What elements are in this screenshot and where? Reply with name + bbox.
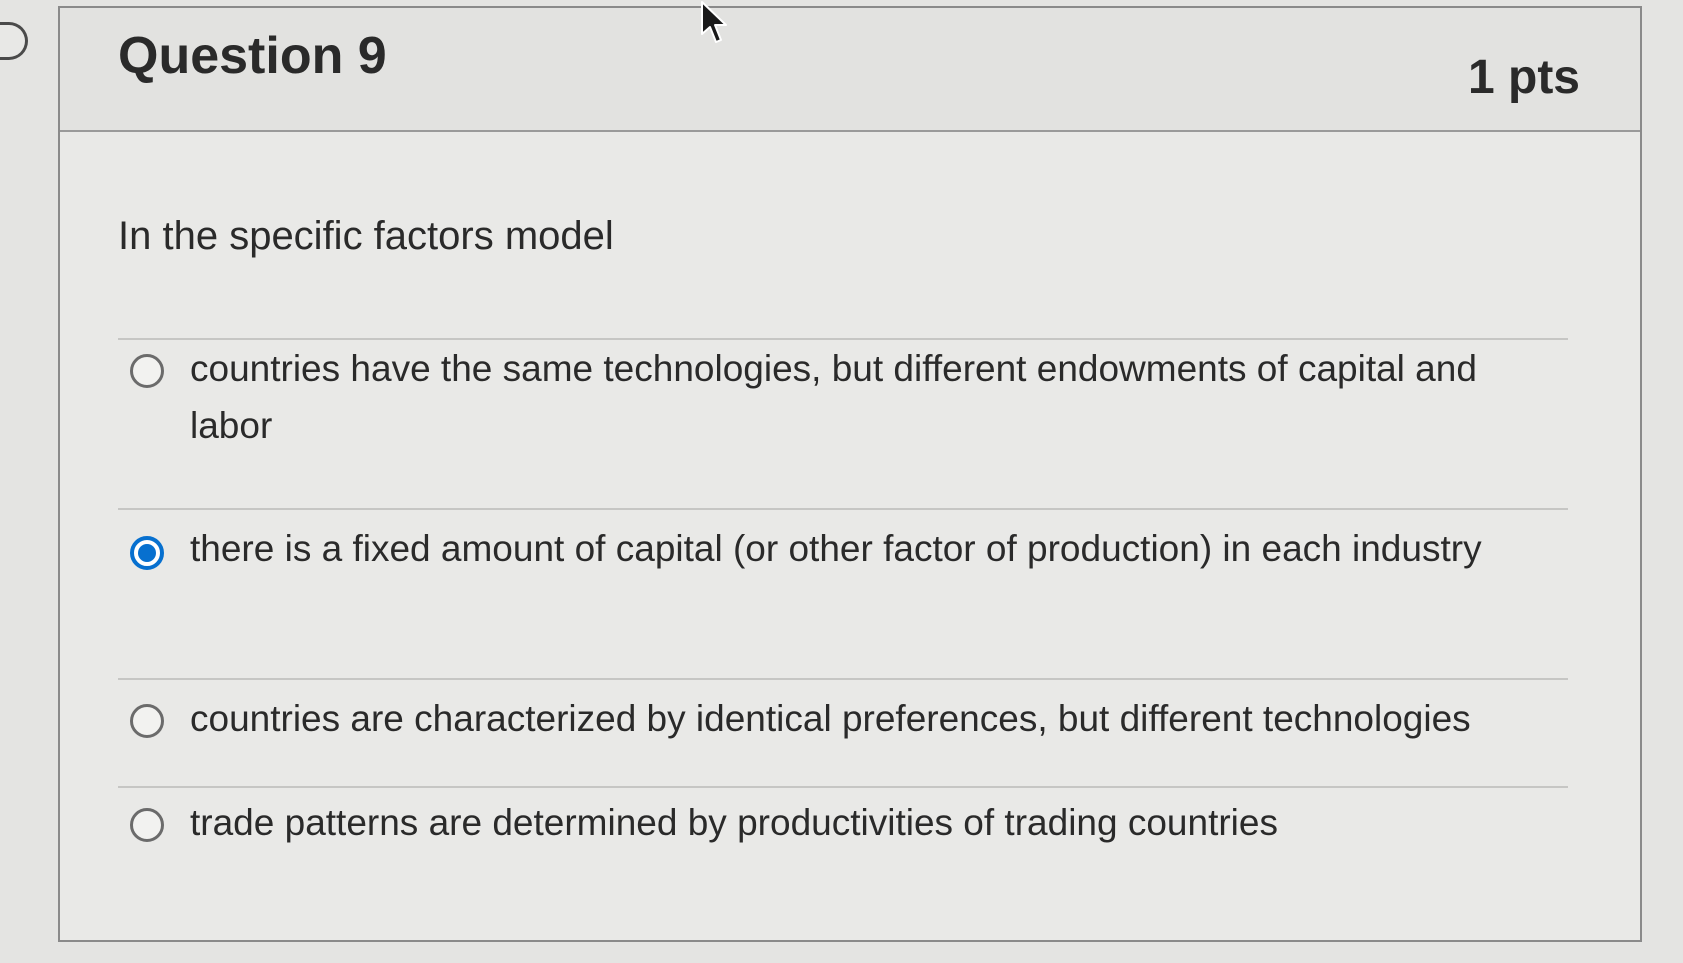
answer-option-selected[interactable]: there is a fixed amount of capital (or o… — [118, 508, 1568, 678]
question-header: Question 9 1 pts — [60, 8, 1640, 132]
collapse-tab-icon[interactable] — [0, 22, 28, 60]
radio-button-icon[interactable] — [130, 808, 164, 842]
question-title: Question 9 — [118, 27, 387, 85]
answer-option[interactable]: countries are characterized by identical… — [118, 678, 1568, 786]
question-points: 1 pts — [1467, 51, 1580, 104]
radio-button-icon[interactable] — [130, 354, 164, 388]
answer-list: countries have the same technologies, bu… — [118, 338, 1568, 906]
mouse-pointer-icon — [701, 1, 727, 43]
question-text: In the specific factors model — [118, 214, 614, 258]
radio-button-icon[interactable] — [130, 704, 164, 738]
answer-label[interactable]: countries have the same technologies, bu… — [190, 340, 1558, 454]
answer-option[interactable]: trade patterns are determined by product… — [118, 786, 1568, 906]
answer-label[interactable]: there is a fixed amount of capital (or o… — [190, 520, 1558, 577]
answer-label[interactable]: trade patterns are determined by product… — [190, 794, 1558, 851]
question-card: Question 9 1 pts In the specific factors… — [58, 6, 1642, 942]
answer-option[interactable]: countries have the same technologies, bu… — [118, 338, 1568, 508]
answer-label[interactable]: countries are characterized by identical… — [190, 690, 1558, 747]
radio-button-selected-icon[interactable] — [130, 536, 164, 570]
